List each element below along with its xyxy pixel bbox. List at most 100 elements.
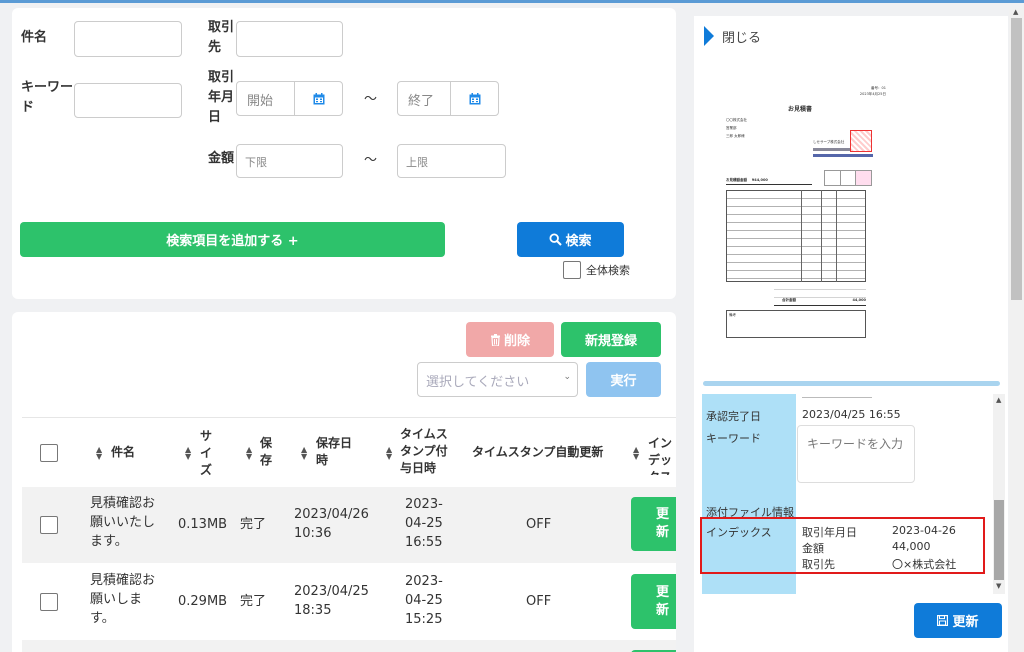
table-row[interactable]: 見積確認お願いします。 0.29MB 完了 2023/04/25 18:35 2… [22,563,676,640]
amount-min-placeholder: 下限 [245,156,267,169]
sort-icon[interactable]: ▲ ▼ [246,446,252,461]
trash-icon [490,333,500,346]
col-saved-datetime[interactable]: 保存日時 [316,435,356,469]
col-index[interactable]: インデックス [648,435,676,475]
doc-line-items-table [726,190,866,282]
row-subject: 見積確認お願いいたします。 [90,496,156,549]
scroll-up-icon[interactable]: ▲ [996,396,1001,404]
row-subject: 見積確認お願いします。 [90,573,156,626]
save-icon [937,615,949,626]
doc-title: お見積書 [788,106,813,113]
row-timestamp: 2023-04-25 15:25 [405,574,443,627]
calendar-icon[interactable] [450,82,498,115]
partner-input[interactable] [236,21,343,57]
row-checkbox[interactable] [40,593,58,611]
list-card: 削除 新規登録 選択してください ⌄ 実行 ▲ ▼ 件名 ▲ ▼ サイズ ▲ ▼ 保存… [12,312,676,652]
col-size[interactable]: サイズ [200,428,213,479]
table-header: ▲ ▼ 件名 ▲ ▼ サイズ ▲ ▼ 保存 ▲ ▼ 保存日時 ▲ ▼ タイムスタンプ付与日… [22,417,676,487]
keyword-field-input[interactable]: キーワードを入力 [797,425,915,483]
window-scrollbar[interactable]: ▲ [1009,8,1024,652]
keyword-field-placeholder: キーワードを入力 [807,437,904,451]
col-timestamp-auto: タイムスタンプ自動更新 [472,445,604,459]
full-search-label: 全体検索 [586,264,630,277]
row-status: 完了 [240,517,267,532]
row-saved: 2023/04/26 10:36 [294,507,369,541]
amount-max-input[interactable]: 上限 [397,144,506,178]
date-end-placeholder: 終了 [408,94,435,109]
doc-table-col [821,190,822,282]
row-auto-update: OFF [526,517,552,532]
stamp-icon [856,171,872,185]
search-button[interactable]: 検索 [517,222,624,257]
calendar-icon[interactable] [294,82,342,115]
date-start-placeholder: 開始 [247,94,274,109]
bulk-action-select[interactable]: 選択してください ⌄ [417,362,578,397]
row-update-button[interactable]: 更新 [631,497,676,551]
sort-icon[interactable]: ▲ ▼ [301,446,307,461]
select-all-checkbox[interactable] [40,444,58,462]
new-register-button[interactable]: 新規登録 [561,322,661,357]
delete-button[interactable]: 削除 [466,322,554,357]
doc-grand-total: 合計金額 44,000 [782,298,866,302]
panel-scroll-thumb[interactable] [994,500,1004,580]
row-update-button[interactable]: 更新 [631,574,676,629]
table-row[interactable]: 見積確認お願いいたします。 0.13MB 完了 2023/04/26 10:36… [22,487,676,563]
execute-button[interactable]: 実行 [586,362,661,397]
keyword-input[interactable] [74,83,182,118]
table-row[interactable] [22,640,676,652]
clipped-row-bar [802,394,872,398]
amount-min-input[interactable]: 下限 [236,144,343,178]
row-checkbox[interactable] [40,516,58,534]
amount-range-separator: 〜 [364,153,378,168]
keyword-label: キーワード [21,80,74,115]
date-label: 取引年月日 [208,70,235,125]
doc-notes-box: 備考 [726,310,866,338]
doc-number: 番号：01 [871,86,886,90]
documents-table: ▲ ▼ 件名 ▲ ▼ サイズ ▲ ▼ 保存 ▲ ▼ 保存日時 ▲ ▼ タイムスタンプ付与日… [22,417,676,652]
close-panel-button[interactable]: 閉じる [704,26,761,46]
doc-date: 2023年4月25日 [859,92,886,96]
date-start-input[interactable]: 開始 [236,81,343,116]
col-status[interactable]: 保存 [260,435,273,469]
scroll-down-icon[interactable]: ▼ [996,582,1001,590]
row-size: 0.29MB [178,594,228,609]
sort-icon[interactable]: ▲ ▼ [96,446,102,461]
subject-input[interactable] [74,21,182,57]
panel-scrollbar[interactable]: ▲ ▼ [993,394,1005,594]
sort-icon[interactable]: ▲ ▼ [633,446,639,461]
doc-recipient: 〇〇株式会社 [726,118,747,122]
search-icon [549,233,563,246]
sort-icon[interactable]: ▲ ▼ [185,446,191,461]
add-search-field-button[interactable]: 検索項目を追加する + [20,222,445,257]
amount-max-placeholder: 上限 [406,156,428,169]
document-preview[interactable]: 番号：01 2023年4月25日 お見積書 〇〇株式会社 営業部 三郎 太郎様 … [726,86,886,348]
row-auto-update: OFF [526,594,552,609]
amount-label: 金額 [208,151,235,166]
col-timestamp-datetime[interactable]: タイムスタンプ付与日時 [400,426,452,477]
row-timestamp: 2023-04-25 16:55 [405,497,443,550]
row-status: 完了 [240,594,267,609]
sort-icon[interactable]: ▲ ▼ [386,446,392,461]
doc-table-col [801,190,802,282]
doc-table-col [836,190,837,282]
partner-label: 取引先 [208,20,235,55]
date-range-separator: 〜 [364,92,378,107]
date-end-input[interactable]: 終了 [397,81,499,116]
approval-stamp-boxes [824,170,872,186]
search-card: 件名 取引先 キーワード 取引年月日 開始 〜 終了 金額 下限 〜 上限 検索… [12,8,676,299]
scroll-up-icon[interactable]: ▲ [1013,8,1018,16]
company-seal-icon [850,130,872,152]
caret-right-icon [704,26,714,46]
doc-company-contact [813,154,873,157]
doc-total-underline [726,184,812,185]
panel-update-button[interactable]: 更新 [914,603,1002,638]
subject-label: 件名 [21,30,48,45]
col-subject[interactable]: 件名 [111,444,135,461]
detail-panel: 閉じる 番号：01 2023年4月25日 お見積書 〇〇株式会社 営業部 三郎 … [694,16,1008,652]
window-scroll-thumb[interactable] [1011,18,1022,300]
keyword-field-label: キーワード [706,432,761,445]
full-search-checkbox[interactable] [563,261,581,279]
doc-department: 営業部 [726,126,737,130]
row-saved: 2023/04/25 18:35 [294,584,369,618]
preview-scrollbar[interactable] [703,381,1000,386]
